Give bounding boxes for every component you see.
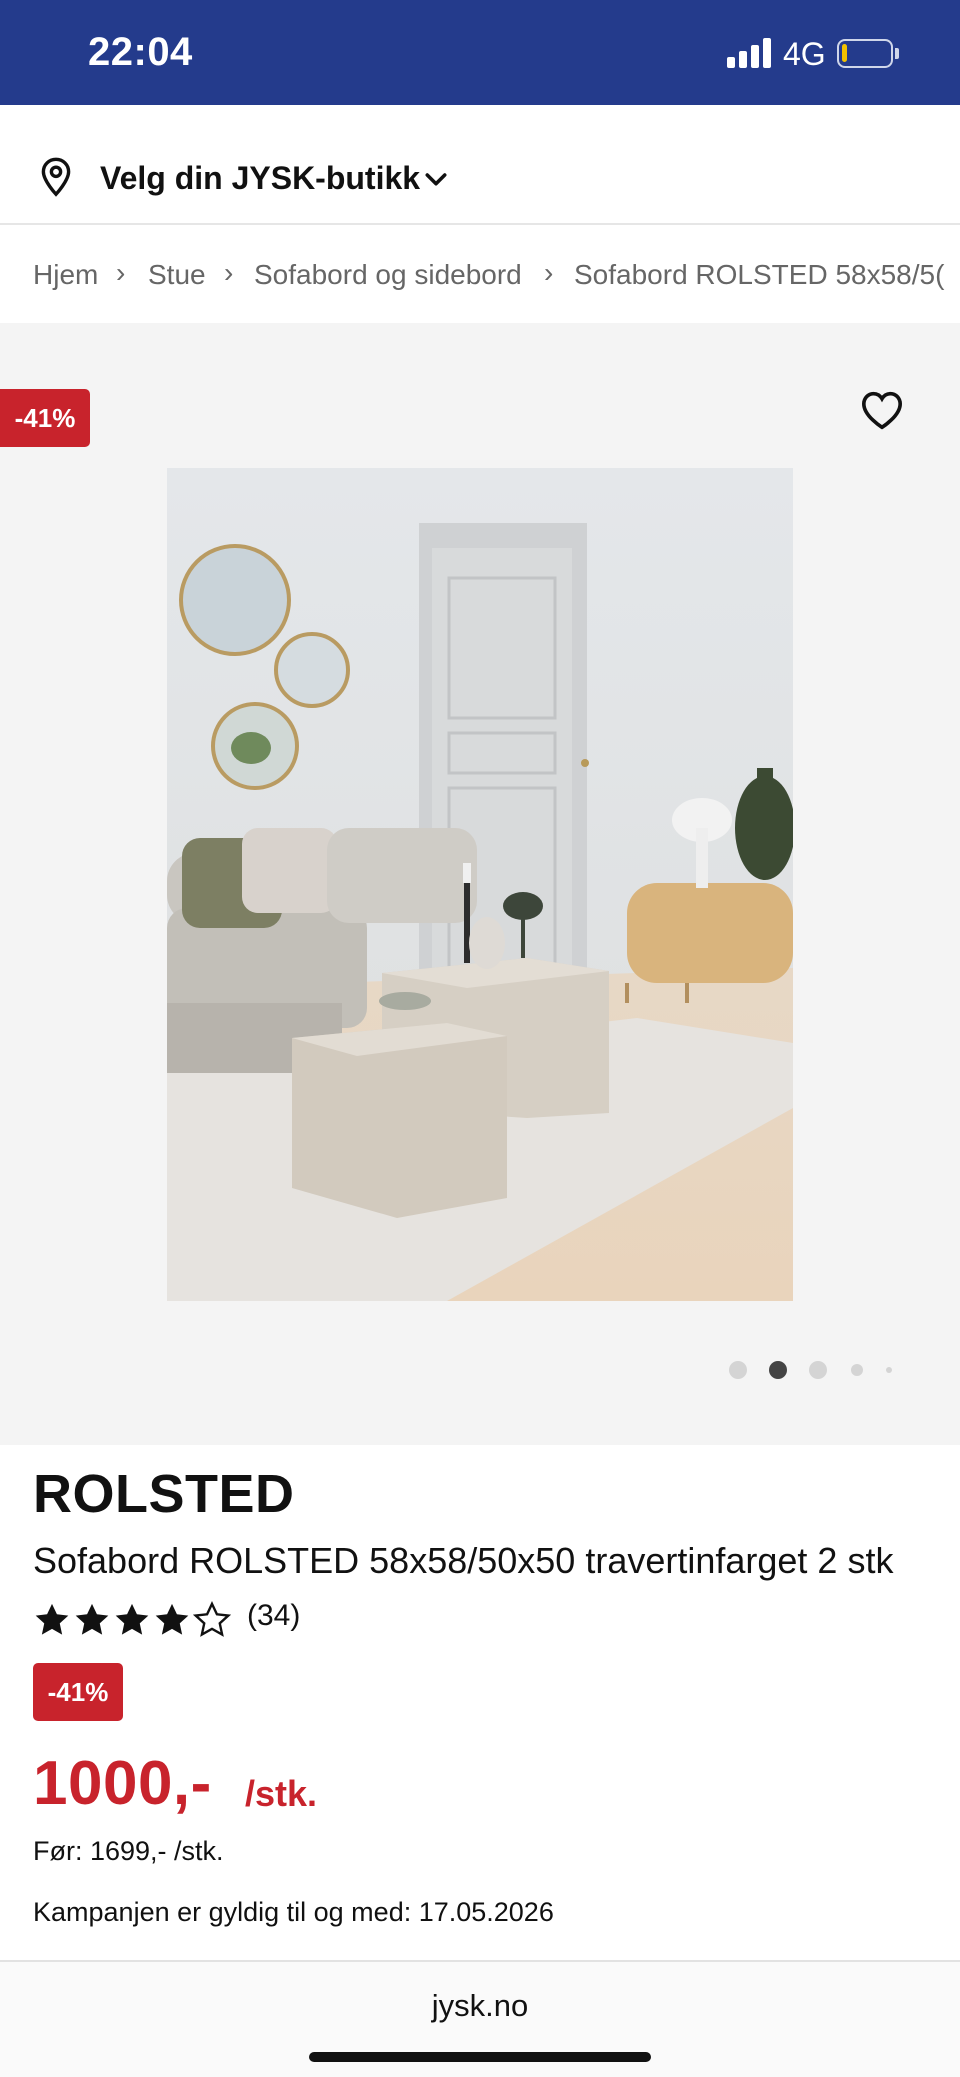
breadcrumb: Hjem › Stue › Sofabord og sidebord › Sof… xyxy=(0,227,960,323)
domain-label[interactable]: jysk.no xyxy=(0,1988,960,2024)
location-pin-icon xyxy=(41,157,71,197)
breadcrumb-item-current: Sofabord ROLSTED 58x58/5( xyxy=(574,259,945,290)
pagination-dot[interactable] xyxy=(809,1361,827,1379)
product-brand: ROLSTED xyxy=(33,1464,295,1524)
product-image[interactable] xyxy=(167,468,793,1301)
battery-tip xyxy=(895,48,899,59)
breadcrumb-separator: › xyxy=(544,257,554,288)
status-bar: 22:04 4G xyxy=(0,0,960,105)
star-empty-icon xyxy=(193,1601,231,1637)
pagination-dot[interactable] xyxy=(729,1361,747,1379)
status-time: 22:04 xyxy=(88,30,193,74)
battery-level xyxy=(842,44,847,62)
battery-icon xyxy=(837,39,893,68)
discount-badge: -41% xyxy=(33,1663,123,1721)
heart-icon[interactable] xyxy=(860,390,904,430)
breadcrumb-separator: › xyxy=(224,257,234,288)
breadcrumb-item-home[interactable]: Hjem xyxy=(33,259,98,291)
breadcrumb-separator: › xyxy=(116,257,126,288)
pagination-dot[interactable] xyxy=(851,1364,863,1376)
network-type: 4G xyxy=(783,36,826,72)
pagination-dot-active[interactable] xyxy=(769,1361,787,1379)
living-room-illustration xyxy=(167,468,793,1301)
store-picker-label[interactable]: Velg din JYSK-butikk xyxy=(100,160,420,197)
price: 1000,- xyxy=(33,1749,212,1818)
breadcrumb-item-stue[interactable]: Stue xyxy=(148,259,206,291)
star-filled-icon xyxy=(155,1603,189,1635)
old-price: Før: 1699,- /stk. xyxy=(33,1836,224,1866)
pagination-dot[interactable] xyxy=(886,1367,892,1373)
gallery-pagination xyxy=(0,1358,960,1382)
star-filled-icon xyxy=(35,1603,69,1635)
store-picker[interactable]: Velg din JYSK-butikk xyxy=(0,105,960,225)
signal-strength-icon xyxy=(727,38,773,68)
chevron-down-icon[interactable] xyxy=(421,165,451,195)
product-name: Sofabord ROLSTED 58x58/50x50 travertinfa… xyxy=(33,1540,894,1581)
price-unit: /stk. xyxy=(245,1773,318,1814)
campaign-validity: Kampanjen er gyldig til og med: 17.05.20… xyxy=(33,1897,554,1927)
rating-stars[interactable] xyxy=(33,1600,243,1640)
breadcrumb-item-sofabord[interactable]: Sofabord og sidebord xyxy=(254,259,522,291)
home-indicator[interactable] xyxy=(309,2052,651,2062)
star-filled-icon xyxy=(115,1603,149,1635)
browser-address-bar[interactable]: jysk.no xyxy=(0,1960,960,2077)
star-filled-icon xyxy=(75,1603,109,1635)
discount-badge: -41% xyxy=(0,389,90,447)
review-count[interactable]: (34) xyxy=(247,1599,300,1633)
